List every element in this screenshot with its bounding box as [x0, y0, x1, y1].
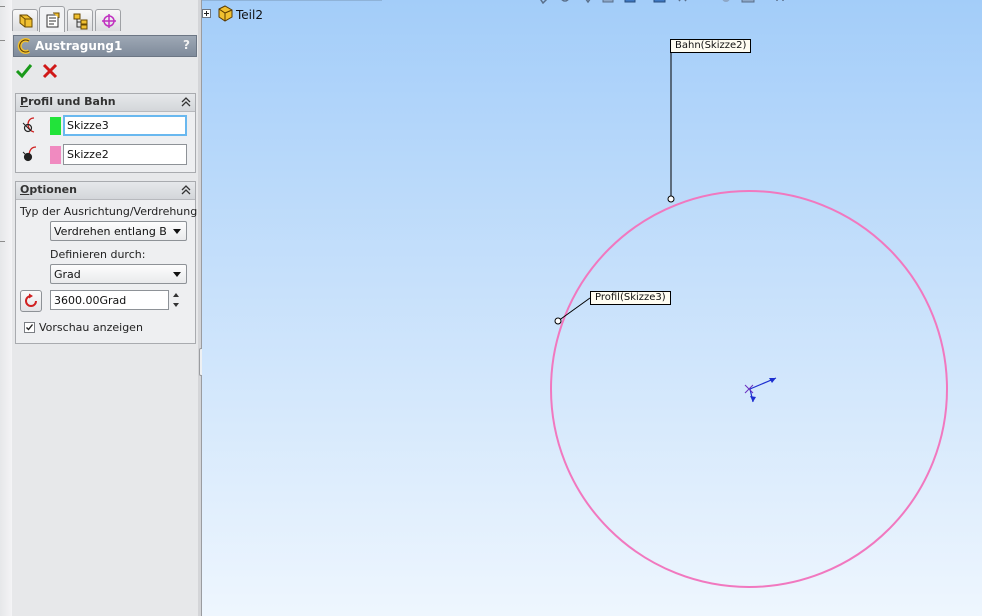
define-by-dropdown[interactable]: Grad	[50, 264, 187, 284]
manager-tabs	[12, 6, 198, 32]
dimxpert-icon	[102, 14, 116, 28]
profile-callout-leader	[557, 297, 591, 322]
orientation-value: Verdrehen entlang Bahn	[54, 225, 166, 238]
configuration-icon	[73, 13, 88, 30]
spin-up-button[interactable]	[173, 292, 181, 299]
orientation-dropdown[interactable]: Verdrehen entlang Bahn	[50, 221, 187, 241]
reverse-direction-icon	[25, 293, 37, 307]
tab-configurationmanager[interactable]	[67, 9, 93, 31]
profile-selection-row: Skizze3	[20, 115, 192, 137]
show-preview-checkbox[interactable]	[24, 322, 35, 333]
show-preview-label: Vorschau anzeigen	[39, 321, 143, 334]
profile-and-path-header[interactable]: Profil und Bahn	[16, 94, 195, 112]
feature-title-bar: Austragung1 ?	[13, 35, 197, 57]
collapse-chevron-icon[interactable]	[181, 96, 191, 108]
path-selection-field[interactable]: Skizze2	[63, 144, 187, 165]
tab-featuremanager[interactable]	[12, 9, 38, 31]
check-icon	[26, 324, 34, 331]
strip-marker	[0, 40, 5, 41]
graphics-area[interactable]: Teil2 Bahn(Skizze2) Profil(Skizze3)	[202, 0, 982, 616]
strip-marker	[0, 6, 5, 7]
profile-selection-field[interactable]: Skizze3	[63, 115, 187, 136]
help-button[interactable]: ?	[183, 38, 190, 52]
define-by-label: Definieren durch:	[50, 248, 146, 261]
strip-marker	[0, 241, 5, 242]
feature-tree-icon	[19, 14, 33, 28]
path-endpoint-marker[interactable]	[667, 195, 675, 203]
sweep-feature-icon	[17, 38, 31, 54]
orientation-label: Typ der Ausrichtung/Verdrehung:	[20, 205, 201, 218]
tab-dimxpertmanager[interactable]	[95, 9, 121, 31]
collapse-chevron-icon[interactable]	[181, 184, 191, 196]
group-title: Optionen	[20, 183, 77, 196]
path-selection-row: Skizze2	[20, 144, 192, 166]
checkmark-icon	[15, 64, 33, 79]
profile-selection-icon	[22, 117, 35, 133]
feature-name: Austragung1	[35, 39, 123, 53]
reverse-direction-button[interactable]	[20, 290, 42, 312]
coordinate-triad-icon	[744, 377, 777, 403]
sketch-canvas	[550, 52, 948, 588]
define-by-value: Grad	[54, 268, 81, 281]
profile-endpoint-marker[interactable]	[554, 317, 562, 325]
spin-down-button[interactable]	[173, 302, 181, 309]
property-manager-icon	[46, 12, 60, 28]
path-color-swatch	[50, 146, 61, 164]
options-header[interactable]: Optionen	[16, 182, 195, 200]
profile-callout[interactable]: Profil(Skizze3)	[590, 291, 671, 305]
dropdown-arrow-icon	[173, 272, 181, 277]
twist-angle-field[interactable]: 3600.00Grad	[50, 290, 169, 310]
group-title: Profil und Bahn	[20, 95, 116, 108]
property-manager-panel: Austragung1 ? Profil und Bahn Skizze3 Sk…	[12, 0, 201, 616]
ok-button[interactable]	[15, 62, 33, 80]
profile-and-path-group: Profil und Bahn Skizze3 Skizze2	[15, 93, 196, 173]
options-group: Optionen Typ der Ausrichtung/Verdrehung:…	[15, 181, 201, 344]
tab-propertymanager[interactable]	[39, 6, 65, 32]
path-callout[interactable]: Bahn(Skizze2)	[670, 39, 752, 53]
profile-color-swatch	[50, 117, 61, 135]
cancel-button[interactable]	[41, 62, 59, 80]
dropdown-arrow-icon	[173, 229, 181, 234]
cancel-x-icon	[42, 63, 58, 79]
path-selection-icon	[22, 146, 37, 162]
